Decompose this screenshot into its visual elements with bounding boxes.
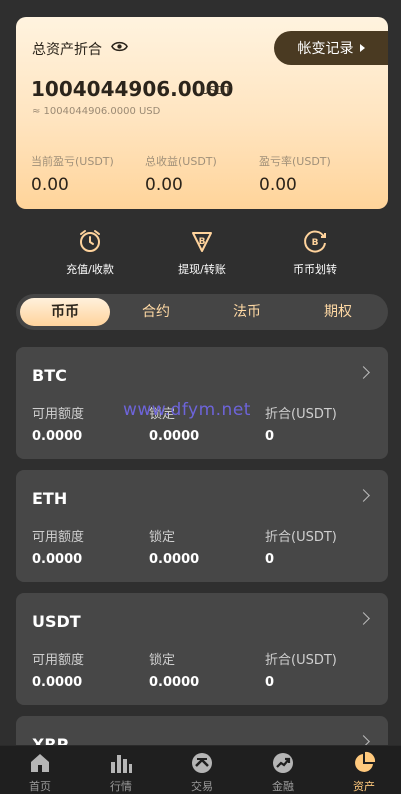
locked-value: 0.0000 [149,429,200,444]
chevron-right-icon [357,612,370,625]
stat-label: 当前盈亏(USDT) [31,155,114,168]
action-label: 币币划转 [293,263,337,276]
asset-tabs: 币币 合约 法币 期权 [16,294,388,330]
locked-value: 0.0000 [149,552,200,567]
available-value: 0.0000 [32,675,83,690]
converted-label: 折合(USDT) [265,530,337,545]
available-value: 0.0000 [32,429,83,444]
action-label: 充值/收款 [66,263,114,276]
svg-text:B: B [312,238,319,248]
nav-trade[interactable]: 交易 [167,751,237,794]
total-asset-usd: ≈ 1004044906.0000 USD [32,106,161,117]
total-asset-unit: USDT [201,84,232,97]
tab-fiat[interactable]: 法币 [202,298,292,326]
coin-card-eth[interactable]: ETH 可用额度 0.0000 锁定 0.0000 折合(USDT) 0 [16,470,388,582]
watermark-text: www.dfym.net [123,400,251,420]
nav-assets[interactable]: 资产 [329,751,399,794]
deposit-action[interactable]: 充值/收款 [48,227,132,277]
available-column: 可用额度 0.0000 [32,649,84,690]
available-column: 可用额度 0.0000 [32,526,84,567]
account-record-button[interactable]: 帐变记录 [274,31,388,65]
converted-value: 0 [265,429,275,444]
available-label: 可用额度 [32,653,85,668]
eye-icon[interactable] [111,40,128,53]
converted-value: 0 [265,675,275,690]
withdraw-bitcoin-icon: B [192,232,212,252]
asset-summary-card: 总资产折合 帐变记录 1004044906.0000 USDT ≈ 100404… [16,17,388,209]
assets-page: 总资产折合 帐变记录 1004044906.0000 USDT ≈ 100404… [0,0,401,794]
available-label: 可用额度 [32,530,85,545]
finance-trend-icon [273,753,293,773]
nav-label: 金融 [272,780,294,793]
available-label: 可用额度 [32,407,85,422]
tab-options[interactable]: 期权 [293,298,383,326]
converted-label: 折合(USDT) [265,407,337,422]
converted-column: 折合(USDT) 0 [265,526,337,567]
converted-column: 折合(USDT) 0 [265,403,337,444]
market-bars-icon [111,755,132,773]
transfer-bitcoin-icon: B [304,230,326,253]
coin-name: ETH [32,489,68,508]
converted-label: 折合(USDT) [265,653,337,668]
stat-current-pnl: 当前盈亏(USDT) 0.00 [31,153,114,195]
coin-card-usdt[interactable]: USDT 可用额度 0.0000 锁定 0.0000 折合(USDT) 0 [16,593,388,705]
asset-title: 总资产折合 [32,42,102,58]
chevron-right-icon [357,366,370,379]
nav-label: 首页 [29,780,51,793]
action-label: 提现/转账 [178,263,226,276]
record-button-label: 帐变记录 [297,41,354,57]
nav-home[interactable]: 首页 [5,751,75,794]
withdraw-action[interactable]: B 提现/转账 [160,227,244,277]
stat-value: 0.00 [145,175,183,195]
nav-label: 交易 [191,780,213,793]
home-icon [31,754,49,772]
transfer-action[interactable]: B 币币划转 [273,227,357,277]
nav-finance[interactable]: 金融 [248,751,318,794]
tab-spot[interactable]: 币币 [20,298,110,326]
chevron-right-icon [357,489,370,502]
nav-market[interactable]: 行情 [86,751,156,794]
stat-label: 盈亏率(USDT) [259,155,331,168]
deposit-clock-icon [80,230,100,252]
stat-value: 0.00 [259,175,297,195]
locked-column: 锁定 0.0000 [149,649,199,690]
available-value: 0.0000 [32,552,83,567]
caret-right-icon [359,44,365,52]
coin-name: BTC [32,366,67,385]
stat-label: 总收益(USDT) [145,155,217,168]
available-column: 可用额度 0.0000 [32,403,84,444]
locked-value: 0.0000 [149,675,200,690]
svg-text:B: B [199,237,206,247]
stat-total-profit: 总收益(USDT) 0.00 [145,153,217,195]
stat-pnl-rate: 盈亏率(USDT) 0.00 [259,153,331,195]
trade-icon [192,753,212,773]
locked-label: 锁定 [149,653,176,668]
assets-pie-icon [355,751,376,772]
stat-value: 0.00 [31,175,69,195]
converted-column: 折合(USDT) 0 [265,649,337,690]
locked-label: 锁定 [149,530,176,545]
locked-column: 锁定 0.0000 [149,526,199,567]
bottom-nav: 首页 行情 交易 金融 资产 [0,745,401,794]
tab-contract[interactable]: 合约 [111,298,201,326]
coin-name: USDT [32,612,81,631]
nav-label: 行情 [110,780,132,793]
converted-value: 0 [265,552,275,567]
nav-label: 资产 [353,780,375,793]
